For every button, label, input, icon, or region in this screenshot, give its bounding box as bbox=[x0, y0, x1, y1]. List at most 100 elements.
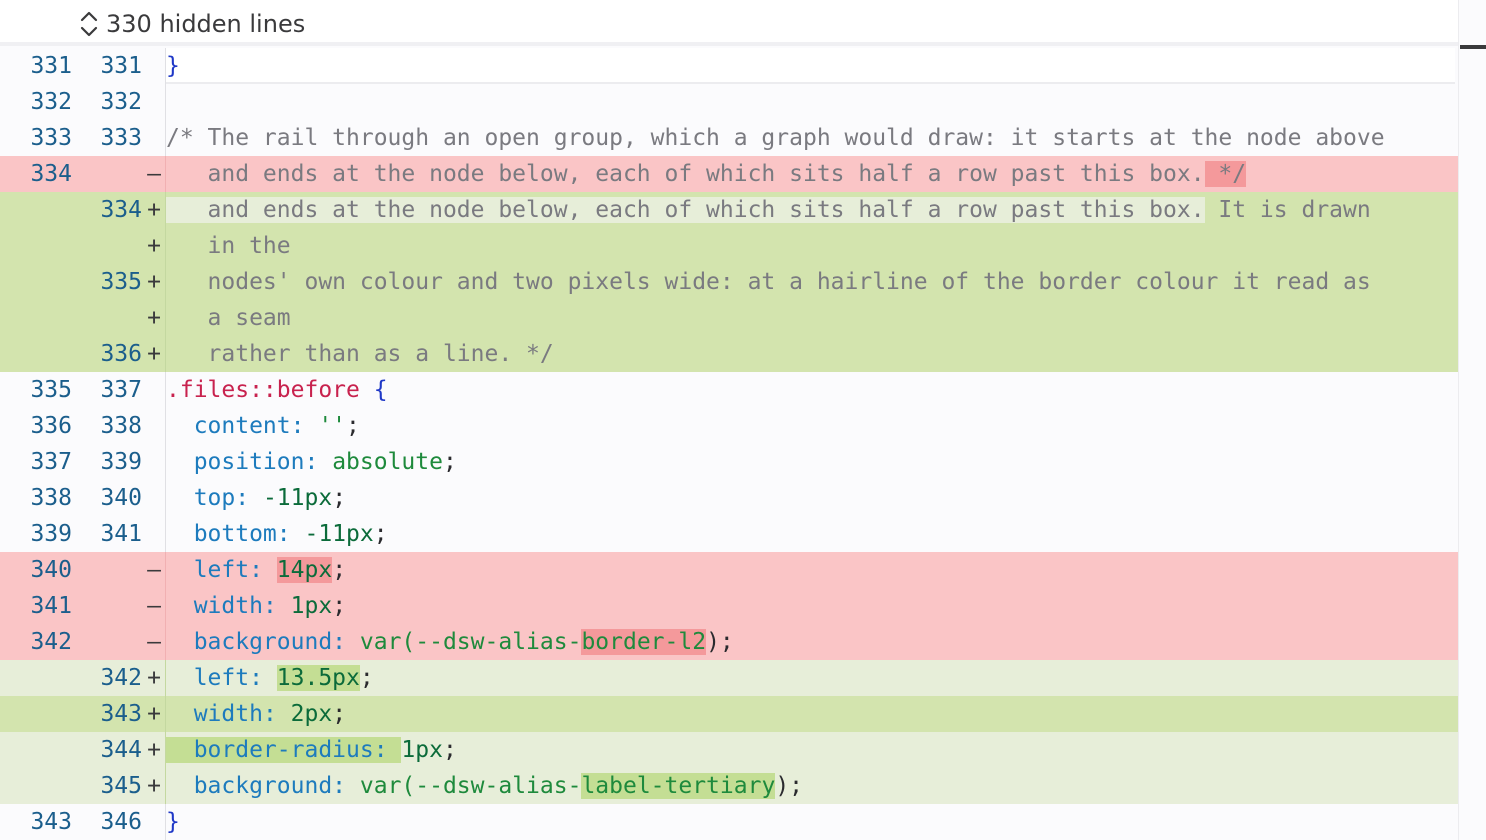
new-line-number: 345 bbox=[100, 773, 142, 799]
code-token: } bbox=[166, 53, 180, 79]
diff-sign bbox=[143, 804, 165, 840]
old-line-number: 340 bbox=[30, 557, 72, 583]
old-line-number: 331 bbox=[30, 53, 72, 79]
diff-line-add: 344 + border-radius: 1px; bbox=[0, 732, 1486, 768]
code-token: border-radius: bbox=[166, 737, 402, 763]
code-token: : bbox=[249, 665, 277, 691]
diff-line-add: 335 + nodes' own colour and two pixels wi… bbox=[0, 264, 1486, 300]
code-token: a seam bbox=[166, 305, 291, 331]
diff-line-ctx: 331 331} bbox=[0, 48, 1486, 84]
diff-line-del: 342 — background: var(--dsw-alias-border-… bbox=[0, 624, 1486, 660]
old-line-number bbox=[12, 264, 72, 300]
new-line-number bbox=[82, 228, 142, 264]
code-token: width bbox=[166, 701, 263, 727]
code-token: border-l2 bbox=[581, 629, 707, 655]
diff-sign bbox=[143, 84, 165, 120]
old-line-number: 337 bbox=[30, 449, 72, 475]
code-token: : bbox=[235, 485, 263, 511]
code-token: ; bbox=[332, 701, 347, 727]
line-content: content: ''; bbox=[165, 408, 1486, 444]
old-line-number: 338 bbox=[30, 485, 72, 511]
diff-sign: + bbox=[147, 737, 161, 763]
old-line-number: 332 bbox=[30, 89, 72, 115]
diff-sign bbox=[143, 372, 165, 408]
old-line-number: 336 bbox=[30, 413, 72, 439]
old-line-number bbox=[12, 336, 72, 372]
old-line-number bbox=[12, 660, 72, 696]
code-token: 14px bbox=[276, 557, 333, 583]
diff-line-ctx: 336 338 content: ''; bbox=[0, 408, 1486, 444]
new-line-number: 344 bbox=[100, 737, 142, 763]
old-line-number: 341 bbox=[30, 593, 72, 619]
diff-line-ctx: 338 340 top: -11px; bbox=[0, 480, 1486, 516]
diff-sign: + bbox=[147, 197, 161, 223]
line-content: border-radius: 1px; bbox=[165, 732, 1486, 768]
code-token: ; bbox=[359, 665, 374, 691]
code-token: : bbox=[290, 413, 319, 439]
new-line-number: 343 bbox=[100, 701, 142, 727]
old-line-number: 343 bbox=[30, 809, 72, 835]
line-content: left: 13.5px; bbox=[165, 660, 1486, 696]
old-line-number bbox=[12, 696, 72, 732]
new-line-number bbox=[82, 156, 142, 192]
code-token: width bbox=[166, 593, 263, 619]
line-content: /* The rail through an open group, which… bbox=[165, 120, 1486, 156]
diff-sign: — bbox=[147, 161, 161, 187]
diff-sign bbox=[143, 516, 165, 552]
code-token: { bbox=[359, 377, 388, 403]
diff-sign: — bbox=[147, 629, 161, 655]
code-token: nodes' own colour and two pixels wide: a… bbox=[166, 269, 1371, 295]
code-token: ; bbox=[346, 413, 360, 439]
code-token: -11px bbox=[262, 485, 333, 511]
code-token: and ends at the node below, each of whic… bbox=[166, 197, 1205, 223]
old-line-number: 342 bbox=[30, 629, 72, 655]
diff-line-add: 345 + background: var(--dsw-alias-label-t… bbox=[0, 768, 1486, 804]
code-token: absolute bbox=[332, 449, 443, 475]
old-line-number bbox=[12, 300, 72, 336]
old-line-number: 333 bbox=[30, 125, 72, 151]
new-line-number: 333 bbox=[100, 125, 142, 151]
scrollbar-track[interactable] bbox=[1458, 0, 1486, 840]
code-token: ; bbox=[442, 449, 457, 475]
expand-hidden-lines-button[interactable]: 330 hidden lines bbox=[78, 7, 305, 41]
new-line-number: 334 bbox=[100, 197, 142, 223]
diff-code-view: 331 331} 332 332 333 333 /* The rail through a… bbox=[0, 48, 1486, 840]
code-token: : bbox=[332, 629, 360, 655]
code-token: background bbox=[166, 773, 333, 799]
diff-line-del: 340 — left: 14px; bbox=[0, 552, 1486, 588]
line-content: width: 2px; bbox=[165, 696, 1486, 732]
new-line-number: 335 bbox=[100, 269, 142, 295]
diff-sign bbox=[143, 408, 165, 444]
line-content: .files::before { bbox=[165, 372, 1486, 408]
diff-line-ctx: 343 346} bbox=[0, 804, 1486, 840]
line-content: background: var(--dsw-alias-label-tertia… bbox=[165, 768, 1486, 804]
diff-sign: — bbox=[147, 593, 161, 619]
new-line-number: 337 bbox=[100, 377, 142, 403]
new-line-number: 346 bbox=[100, 809, 142, 835]
new-line-number: 331 bbox=[100, 53, 142, 79]
line-content: a seam bbox=[165, 300, 1486, 336]
code-token: : bbox=[262, 701, 291, 727]
code-token: */ bbox=[1204, 161, 1247, 187]
old-line-number bbox=[12, 732, 72, 768]
code-token: : bbox=[304, 449, 333, 475]
old-line-number bbox=[12, 228, 72, 264]
old-line-number bbox=[12, 768, 72, 804]
line-content: and ends at the node below, each of whic… bbox=[165, 192, 1486, 228]
diff-sign: + bbox=[147, 665, 161, 691]
chevron-up-down-icon bbox=[78, 9, 100, 39]
diff-line-add: 336 + rather than as a line. */ bbox=[0, 336, 1486, 372]
new-line-number: 339 bbox=[100, 449, 142, 475]
line-content: background: var(--dsw-alias-border-l2); bbox=[165, 624, 1486, 660]
scrollbar-thumb[interactable] bbox=[1460, 45, 1486, 49]
code-token: var(--dsw-alias- bbox=[359, 773, 582, 799]
line-content: nodes' own colour and two pixels wide: a… bbox=[165, 264, 1486, 300]
code-token: -11px bbox=[304, 521, 374, 547]
code-token: ); bbox=[775, 773, 804, 799]
code-token: 13.5px bbox=[276, 665, 360, 691]
new-line-number: 338 bbox=[100, 413, 142, 439]
hidden-lines-bar: 330 hidden lines bbox=[0, 0, 1460, 46]
line-content: and ends at the node below, each of whic… bbox=[165, 156, 1486, 192]
diff-sign bbox=[143, 48, 165, 84]
code-token: bottom bbox=[166, 521, 277, 547]
